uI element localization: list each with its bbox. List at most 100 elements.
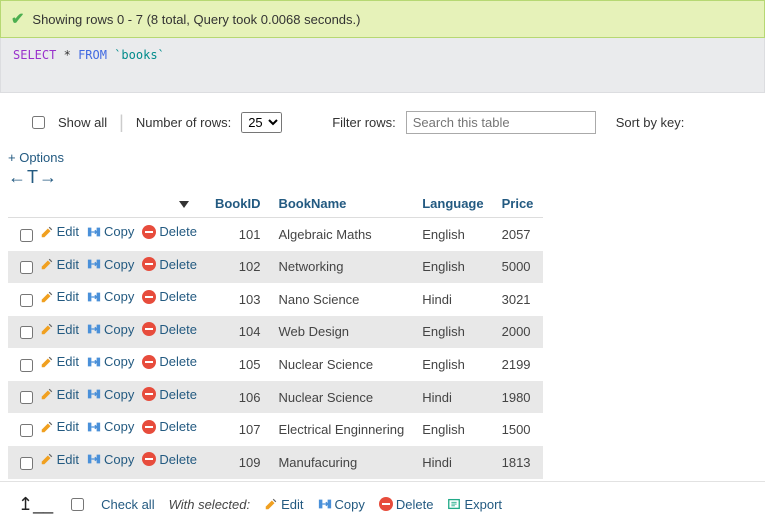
copy-button[interactable]: Copy <box>87 387 134 402</box>
pencil-icon <box>40 420 54 434</box>
filter-rows-label: Filter rows: <box>332 115 396 130</box>
delete-icon <box>142 290 156 304</box>
sql-query-display: SELECT * FROM `books` <box>0 38 765 93</box>
delete-icon <box>142 322 156 336</box>
edit-button[interactable]: Edit <box>40 322 79 337</box>
row-checkbox[interactable] <box>20 424 33 437</box>
row-checkbox[interactable] <box>20 326 33 339</box>
edit-button[interactable]: Edit <box>40 387 79 402</box>
actions-header <box>8 192 207 218</box>
row-checkbox[interactable] <box>20 457 33 470</box>
num-rows-label: Number of rows: <box>136 115 231 130</box>
cell-language: Hindi <box>414 446 493 479</box>
col-bookname[interactable]: BookName <box>270 192 414 218</box>
sql-table: `books` <box>114 48 165 62</box>
pencil-icon <box>40 322 54 336</box>
cell-language: English <box>414 348 493 381</box>
sort-arrows[interactable]: ←T→ <box>0 167 765 192</box>
delete-button[interactable]: Delete <box>142 289 197 304</box>
copy-button[interactable]: Copy <box>87 419 134 434</box>
copy-button[interactable]: Copy <box>87 224 134 239</box>
pencil-icon <box>40 257 54 271</box>
row-actions: Edit Copy Delete <box>8 413 207 446</box>
cell-bookid: 109 <box>207 446 271 479</box>
controls-bar: Show all | Number of rows: 25 Filter row… <box>0 93 765 144</box>
row-checkbox[interactable] <box>20 261 33 274</box>
footer-delete-button[interactable]: Delete <box>379 497 434 512</box>
caret-down-icon[interactable] <box>179 201 189 208</box>
cell-bookname: Networking <box>270 251 414 284</box>
sql-select: SELECT <box>13 48 56 62</box>
row-actions: Edit Copy Delete <box>8 446 207 479</box>
sort-by-key-label: Sort by key: <box>616 115 685 130</box>
delete-button[interactable]: Delete <box>142 224 197 239</box>
edit-button[interactable]: Edit <box>40 419 79 434</box>
delete-icon <box>142 452 156 466</box>
cell-bookid: 106 <box>207 381 271 414</box>
row-checkbox[interactable] <box>20 391 33 404</box>
pencil-icon <box>40 225 54 239</box>
pencil-icon <box>40 290 54 304</box>
delete-button[interactable]: Delete <box>142 257 197 272</box>
edit-button[interactable]: Edit <box>40 289 79 304</box>
filter-rows-input[interactable] <box>406 111 596 134</box>
delete-button[interactable]: Delete <box>142 387 197 402</box>
options-link[interactable]: + Options <box>0 144 765 167</box>
export-icon <box>447 497 461 511</box>
cell-bookname: Web Design <box>270 316 414 349</box>
table-row: EditCopyDelete102NetworkingEnglish5000 <box>8 251 543 284</box>
copy-button[interactable]: Copy <box>87 257 134 272</box>
footer-edit-button[interactable]: Edit <box>264 497 303 512</box>
row-checkbox[interactable] <box>20 359 33 372</box>
cell-price: 1500 <box>494 413 544 446</box>
check-all-link[interactable]: Check all <box>101 497 154 512</box>
edit-button[interactable]: Edit <box>40 354 79 369</box>
copy-button[interactable]: Copy <box>87 289 134 304</box>
cell-bookid: 102 <box>207 251 271 284</box>
cell-language: English <box>414 316 493 349</box>
cell-price: 5000 <box>494 251 544 284</box>
copy-icon <box>87 290 101 304</box>
copy-icon <box>87 452 101 466</box>
with-selected-label: With selected: <box>169 497 251 512</box>
delete-icon <box>142 257 156 271</box>
cell-price: 2057 <box>494 218 544 251</box>
row-actions: Edit Copy Delete <box>8 251 207 284</box>
row-actions: Edit Copy Delete <box>8 348 207 381</box>
edit-button[interactable]: Edit <box>40 224 79 239</box>
edit-button[interactable]: Edit <box>40 452 79 467</box>
cell-bookid: 107 <box>207 413 271 446</box>
cell-bookname: Algebraic Maths <box>270 218 414 251</box>
num-rows-select[interactable]: 25 <box>241 112 282 133</box>
cell-bookname: Manufacuring <box>270 446 414 479</box>
copy-button[interactable]: Copy <box>87 452 134 467</box>
cell-price: 2000 <box>494 316 544 349</box>
cell-bookid: 103 <box>207 283 271 316</box>
copy-icon <box>87 420 101 434</box>
success-text: Showing rows 0 - 7 (8 total, Query took … <box>32 12 360 27</box>
show-all-checkbox[interactable] <box>32 116 45 129</box>
cell-bookid: 101 <box>207 218 271 251</box>
delete-button[interactable]: Delete <box>142 322 197 337</box>
cell-bookname: Electrical Enginnering <box>270 413 414 446</box>
copy-button[interactable]: Copy <box>87 322 134 337</box>
row-checkbox[interactable] <box>20 229 33 242</box>
check-all-checkbox[interactable] <box>71 498 84 511</box>
col-price[interactable]: Price <box>494 192 544 218</box>
col-bookid[interactable]: BookID <box>207 192 271 218</box>
success-message: ✔ Showing rows 0 - 7 (8 total, Query too… <box>0 0 765 38</box>
copy-button[interactable]: Copy <box>87 354 134 369</box>
footer-copy-button[interactable]: Copy <box>318 497 365 512</box>
copy-icon <box>87 257 101 271</box>
col-language[interactable]: Language <box>414 192 493 218</box>
edit-button[interactable]: Edit <box>40 257 79 272</box>
delete-button[interactable]: Delete <box>142 452 197 467</box>
table-row: EditCopyDelete103Nano ScienceHindi3021 <box>8 283 543 316</box>
footer-export-button[interactable]: Export <box>447 497 502 512</box>
delete-button[interactable]: Delete <box>142 354 197 369</box>
pencil-icon <box>40 452 54 466</box>
footer-bar: ↥__ Check all With selected: Edit Copy D… <box>0 481 765 523</box>
delete-button[interactable]: Delete <box>142 419 197 434</box>
divider: | <box>119 112 124 133</box>
row-checkbox[interactable] <box>20 294 33 307</box>
